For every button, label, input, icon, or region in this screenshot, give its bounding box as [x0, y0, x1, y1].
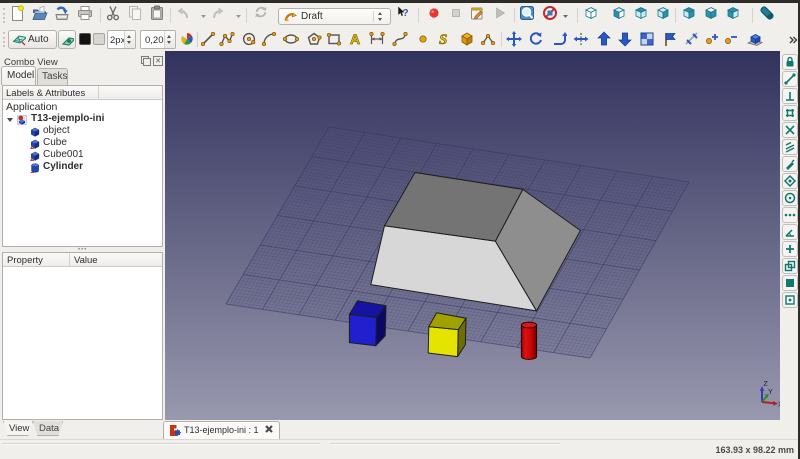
- svg-text:Y: Y: [768, 389, 773, 396]
- svg-text:A: A: [350, 31, 360, 47]
- svg-text:?: ?: [403, 8, 409, 19]
- svg-text:S: S: [439, 32, 447, 47]
- svg-text:Z: Z: [764, 381, 769, 388]
